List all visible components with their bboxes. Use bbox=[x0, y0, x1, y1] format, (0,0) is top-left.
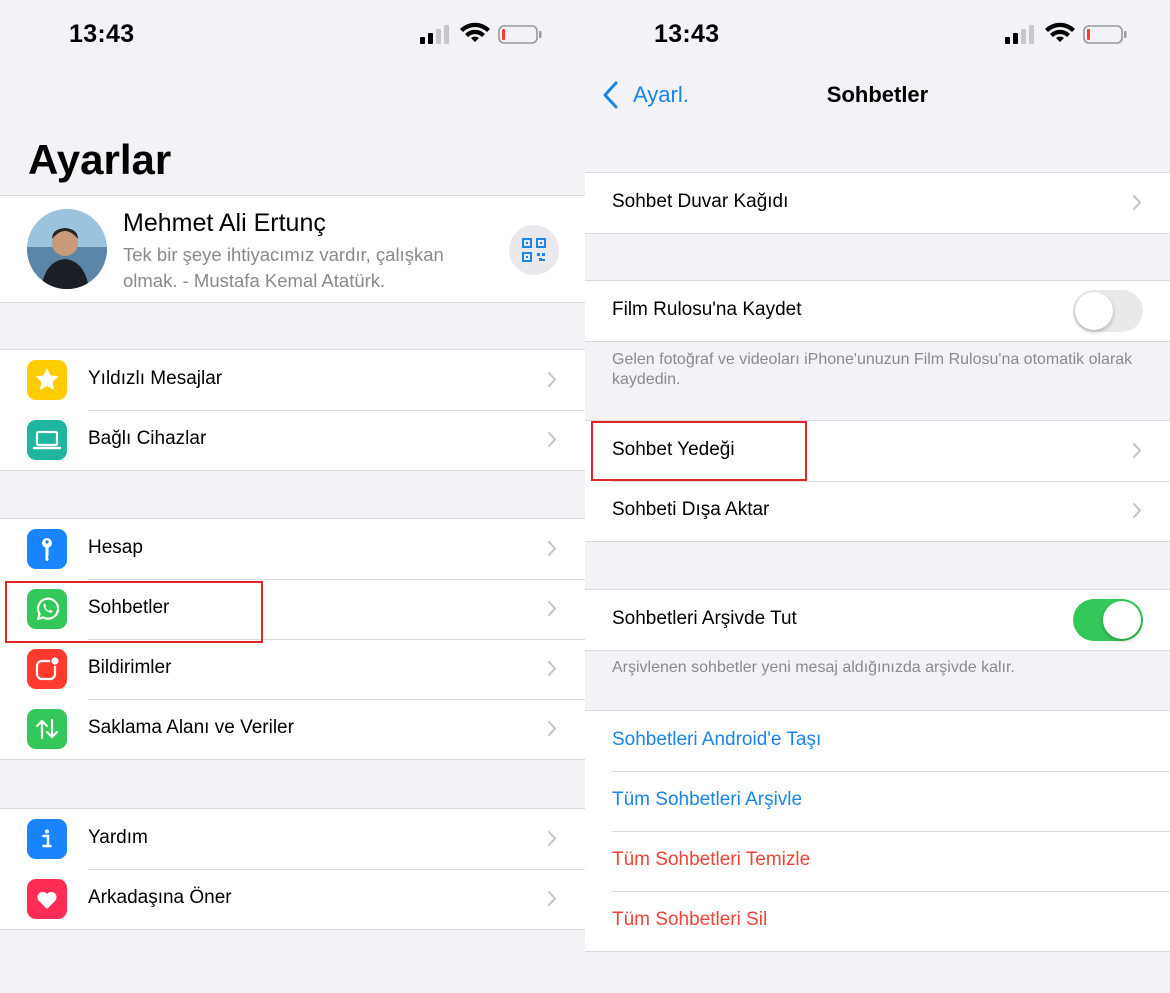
save-media-group: Film Rulosu'na Kaydet bbox=[585, 280, 1170, 342]
nav-title: Sohbetler bbox=[826, 82, 929, 107]
export-chat-label: Sohbeti Dışa Aktar bbox=[612, 499, 770, 520]
toggle-knob bbox=[1075, 292, 1113, 330]
archive-all-label: Tüm Sohbetleri Arşivle bbox=[612, 789, 803, 810]
archive-group: Sohbetleri Arşivde Tut bbox=[585, 589, 1170, 651]
toggle-knob bbox=[1103, 601, 1141, 639]
save-camera-roll-toggle[interactable] bbox=[1073, 290, 1143, 332]
laptop-icon bbox=[27, 420, 67, 460]
chat-wallpaper-row[interactable]: Sohbet Duvar Kağıdı bbox=[585, 173, 1170, 233]
settings-item-label: Yıldızlı Mesajlar bbox=[88, 368, 223, 389]
save-camera-roll-row: Film Rulosu'na Kaydet bbox=[585, 281, 1170, 341]
chevron-right-icon bbox=[548, 721, 557, 736]
settings-item-notifications[interactable]: Bildirimler bbox=[0, 639, 585, 699]
delete-all-row[interactable]: Tüm Sohbetleri Sil bbox=[585, 891, 1170, 951]
data-transfer-icon bbox=[27, 709, 67, 749]
chats-highlight-box bbox=[5, 581, 263, 643]
settings-item-help[interactable]: Yardım bbox=[0, 809, 585, 869]
settings-item-label: Hesap bbox=[88, 537, 143, 558]
profile-name: Mehmet Ali Ertunç bbox=[123, 209, 326, 237]
info-icon bbox=[27, 819, 67, 859]
settings-item-linked-devices[interactable]: Bağlı Cihazlar bbox=[0, 410, 585, 470]
settings-item-label: Yardım bbox=[88, 827, 148, 848]
clear-all-row[interactable]: Tüm Sohbetleri Temizle bbox=[585, 831, 1170, 891]
settings-item-storage-data[interactable]: Saklama Alanı ve Veriler bbox=[0, 699, 585, 759]
wallpaper-group: Sohbet Duvar Kağıdı bbox=[585, 172, 1170, 234]
chat-backup-highlight-box bbox=[591, 421, 807, 481]
chevron-right-icon bbox=[1133, 195, 1142, 210]
delete-all-label: Tüm Sohbetleri Sil bbox=[612, 909, 768, 930]
settings-group-1: Yıldızlı Mesajlar Bağlı Cihazlar bbox=[0, 349, 585, 471]
chevron-right-icon bbox=[548, 541, 557, 556]
settings-item-label: Saklama Alanı ve Veriler bbox=[88, 717, 294, 738]
settings-item-label: Bildirimler bbox=[88, 657, 172, 678]
status-icons bbox=[1005, 22, 1127, 46]
save-camera-roll-label: Film Rulosu'na Kaydet bbox=[612, 299, 802, 320]
profile-status: Tek bir şeye ihtiyacımız vardır, çalışka… bbox=[123, 244, 444, 291]
keep-archived-note: Arşivlenen sohbetler yeni mesaj aldığını… bbox=[612, 659, 1015, 676]
status-icons bbox=[420, 22, 542, 46]
settings-item-account[interactable]: Hesap bbox=[0, 519, 585, 579]
settings-item-tell-friend[interactable]: Arkadaşına Öner bbox=[0, 869, 585, 929]
qr-code-icon bbox=[522, 238, 546, 262]
settings-item-starred-messages[interactable]: Yıldızlı Mesajlar bbox=[0, 350, 585, 410]
chevron-right-icon bbox=[548, 891, 557, 906]
chevron-right-icon bbox=[548, 661, 557, 676]
profile-card[interactable]: Mehmet Ali Ertunç Tek bir şeye ihtiyacım… bbox=[0, 195, 585, 303]
settings-item-label: Bağlı Cihazlar bbox=[88, 428, 207, 449]
settings-group-3: Yardım Arkadaşına Öner bbox=[0, 808, 585, 930]
status-time: 13:43 bbox=[69, 20, 135, 48]
chevron-right-icon bbox=[1133, 503, 1142, 518]
signal-wifi-battery-icon bbox=[1005, 22, 1127, 44]
chat-wallpaper-label: Sohbet Duvar Kağıdı bbox=[612, 191, 789, 212]
page-title: Ayarlar bbox=[28, 136, 172, 183]
export-chat-row[interactable]: Sohbeti Dışa Aktar bbox=[585, 481, 1170, 541]
settings-item-label: Arkadaşına Öner bbox=[88, 887, 232, 908]
chevron-right-icon bbox=[1133, 443, 1142, 458]
heart-icon bbox=[27, 879, 67, 919]
key-icon bbox=[27, 529, 67, 569]
keep-archived-label: Sohbetleri Arşivde Tut bbox=[612, 608, 797, 629]
keep-archived-toggle[interactable] bbox=[1073, 599, 1143, 641]
save-camera-roll-note: Gelen fotoğraf ve videoları iPhone'unuzu… bbox=[612, 351, 1133, 388]
archive-all-row[interactable]: Tüm Sohbetleri Arşivle bbox=[585, 771, 1170, 831]
keep-archived-row: Sohbetleri Arşivde Tut bbox=[585, 590, 1170, 650]
chevron-right-icon bbox=[548, 432, 557, 447]
move-to-android-row[interactable]: Sohbetleri Android'e Taşı bbox=[585, 711, 1170, 771]
qr-code-button[interactable] bbox=[509, 225, 559, 275]
clear-all-label: Tüm Sohbetleri Temizle bbox=[612, 849, 811, 870]
star-icon bbox=[27, 360, 67, 400]
status-time: 13:43 bbox=[654, 20, 720, 48]
chevron-right-icon bbox=[548, 601, 557, 616]
signal-wifi-battery-icon bbox=[420, 22, 542, 44]
chat-actions-group: Sohbetleri Android'e Taşı Tüm Sohbetleri… bbox=[585, 710, 1170, 952]
move-to-android-label: Sohbetleri Android'e Taşı bbox=[612, 729, 822, 750]
avatar[interactable] bbox=[27, 209, 107, 289]
chevron-right-icon bbox=[548, 831, 557, 846]
notification-icon bbox=[27, 649, 67, 689]
settings-screen: 13:43 Ayarlar Mehmet Ali Ertunç Tek bir … bbox=[0, 0, 585, 993]
chevron-right-icon bbox=[548, 372, 557, 387]
chats-settings-screen: 13:43 Ayarl. Sohbetler Sohbet Duvar Kağı… bbox=[585, 0, 1170, 993]
